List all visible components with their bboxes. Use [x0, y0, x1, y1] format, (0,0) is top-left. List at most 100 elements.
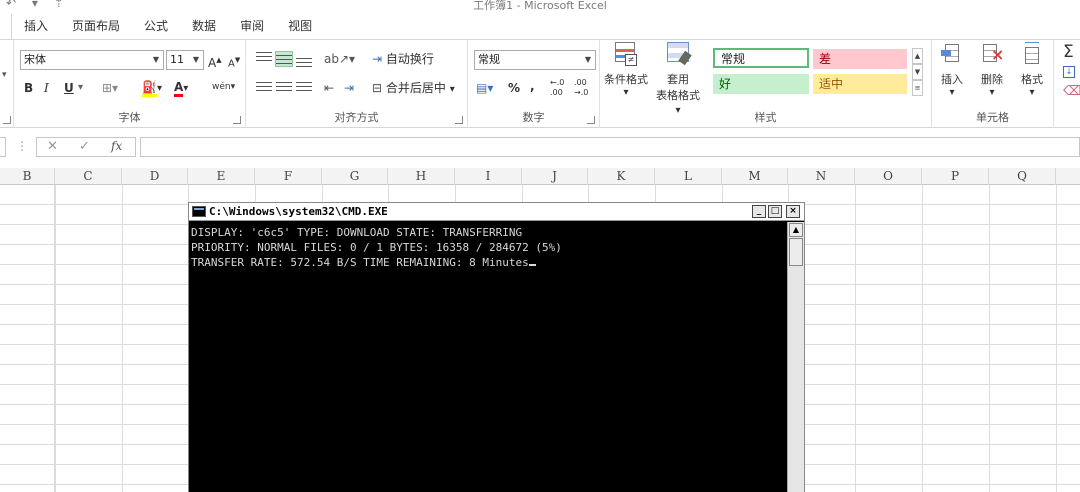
styles-more-icon[interactable]: ≡: [912, 80, 923, 96]
percent-button[interactable]: %: [508, 78, 520, 98]
chevron-down-icon[interactable]: ▼: [189, 51, 203, 69]
column-header-n[interactable]: N: [788, 168, 855, 185]
number-launcher-icon[interactable]: [587, 116, 595, 124]
insert-function-icon[interactable]: fx: [111, 139, 122, 153]
enter-icon[interactable]: ✓: [79, 139, 90, 154]
scroll-up-arrow-icon[interactable]: ▲: [789, 223, 803, 237]
format-cells-button[interactable]: 格式 ▾: [1012, 42, 1052, 98]
styles-group: ≠ 条件格式 ▾ 套用 表格格式▾ 常规 差 好 适中 ▲ ▼ ≡ 样式: [600, 40, 932, 128]
tab-page-layout[interactable]: 页面布局: [60, 14, 132, 39]
middle-align-icon[interactable]: [275, 51, 293, 67]
column-header-i[interactable]: I: [455, 168, 522, 185]
font-color-icon: A: [174, 80, 184, 97]
font-name-combobox[interactable]: 宋体 ▼: [20, 50, 164, 70]
increase-indent-icon[interactable]: ⇥: [344, 78, 354, 98]
cancel-icon[interactable]: ✕: [47, 139, 58, 154]
delete-cells-button[interactable]: × 删除 ▾: [972, 42, 1012, 98]
column-header-e[interactable]: E: [188, 168, 255, 185]
styles-scroll-up-icon[interactable]: ▲: [912, 48, 923, 64]
cmd-app-icon[interactable]: [192, 206, 206, 217]
number-group: 常规 ▼ ▤▾ % , ←.0 .00 .00 →.0 数字: [468, 40, 600, 128]
comma-button[interactable]: ,: [530, 76, 535, 96]
chevron-down-icon[interactable]: ▾: [78, 78, 83, 98]
clipboard-launcher-icon[interactable]: [3, 116, 11, 124]
bold-button[interactable]: B: [24, 78, 33, 98]
style-normal[interactable]: 常规: [713, 48, 809, 68]
format-as-table-button[interactable]: 套用 表格格式▾: [654, 42, 702, 116]
align-center-icon[interactable]: [276, 82, 292, 96]
column-header-f[interactable]: F: [255, 168, 322, 185]
editing-group: Σ ↓ ⌫: [1054, 40, 1080, 128]
autosum-icon[interactable]: Σ: [1063, 42, 1074, 62]
clipboard-group: ▾: [0, 40, 14, 128]
tab-view[interactable]: 视图: [276, 14, 324, 39]
cmd-window[interactable]: C:\Windows\system32\CMD.EXE _ □ × DISPLA…: [188, 202, 805, 492]
column-header-g[interactable]: G: [322, 168, 388, 185]
merge-center-button[interactable]: ⊟ 合并后居中 ▾: [372, 78, 455, 98]
scroll-thumb[interactable]: [789, 238, 803, 266]
wrap-text-button[interactable]: ⇥ 自动换行: [372, 49, 434, 69]
column-header-q[interactable]: Q: [989, 168, 1056, 185]
column-header-m[interactable]: M: [722, 168, 788, 185]
bottom-align-icon[interactable]: [296, 54, 312, 68]
column-header-k[interactable]: K: [588, 168, 655, 185]
fill-color-button[interactable]: ⛽▾: [142, 77, 162, 97]
tab-insert[interactable]: 插入: [12, 14, 60, 39]
formula-input[interactable]: [140, 137, 1080, 157]
maximize-button[interactable]: □: [768, 205, 782, 218]
cmd-console-output[interactable]: DISPLAY: 'c6c5' TYPE: DOWNLOAD STATE: TR…: [189, 222, 786, 492]
font-color-button[interactable]: A▾: [174, 77, 188, 97]
alignment-launcher-icon[interactable]: [455, 116, 463, 124]
column-header-j[interactable]: J: [522, 168, 588, 185]
underline-button[interactable]: U: [64, 78, 74, 98]
column-header-d[interactable]: D: [122, 168, 188, 185]
text-cursor: [528, 264, 536, 266]
tab-file-edge[interactable]: [0, 14, 12, 39]
style-bad[interactable]: 差: [813, 49, 907, 69]
decrease-decimal-button[interactable]: .00 →.0: [574, 78, 594, 98]
tab-data[interactable]: 数据: [180, 14, 228, 39]
column-header-b[interactable]: B: [0, 168, 55, 185]
increase-decimal-button[interactable]: ←.0 .00: [550, 78, 570, 98]
chevron-down-icon: ▾: [989, 87, 995, 98]
style-neutral[interactable]: 适中: [813, 74, 907, 94]
shrink-font-button[interactable]: A▼: [228, 50, 240, 70]
phonetic-label: wén: [212, 82, 231, 92]
minimize-button[interactable]: _: [752, 205, 766, 218]
clipboard-dropdown-icon[interactable]: ▾: [2, 70, 7, 80]
clear-eraser-icon[interactable]: ⌫: [1063, 84, 1080, 99]
italic-button[interactable]: I: [44, 78, 49, 98]
wrap-text-label: 自动换行: [385, 52, 434, 66]
style-good[interactable]: 好: [713, 74, 809, 94]
conditional-format-button[interactable]: ≠ 条件格式 ▾: [602, 42, 650, 98]
top-align-icon[interactable]: [256, 52, 272, 66]
column-header-o[interactable]: O: [855, 168, 922, 185]
tab-review[interactable]: 审阅: [228, 14, 276, 39]
fill-down-icon[interactable]: ↓: [1063, 66, 1075, 78]
align-left-icon[interactable]: [256, 82, 272, 96]
orientation-icon[interactable]: ab↗▾: [324, 49, 355, 69]
accounting-format-icon[interactable]: ▤▾: [476, 78, 493, 98]
font-size-combobox[interactable]: 11 ▼: [166, 50, 204, 70]
name-box[interactable]: [0, 137, 6, 157]
phonetic-guide-button[interactable]: wén▾: [212, 77, 235, 97]
align-right-icon[interactable]: [296, 82, 312, 96]
tab-formulas[interactable]: 公式: [132, 14, 180, 39]
chevron-down-icon[interactable]: ▼: [581, 51, 595, 69]
column-header-p[interactable]: P: [922, 168, 989, 185]
borders-icon[interactable]: ⊞▾: [102, 78, 118, 98]
column-header-l[interactable]: L: [655, 168, 722, 185]
cmd-vertical-scrollbar[interactable]: ▲: [787, 222, 804, 492]
column-header-c[interactable]: C: [55, 168, 122, 185]
decrease-indent-icon[interactable]: ⇤: [324, 78, 334, 98]
cmd-title-bar[interactable]: C:\Windows\system32\CMD.EXE _ □ ×: [189, 203, 804, 221]
close-button[interactable]: ×: [786, 205, 800, 218]
chevron-down-icon: ▾: [1029, 87, 1035, 98]
number-format-combobox[interactable]: 常规 ▼: [474, 50, 596, 70]
grow-font-button[interactable]: A▲: [208, 50, 222, 70]
column-header-h[interactable]: H: [388, 168, 455, 185]
insert-cells-button[interactable]: 插入 ▾: [932, 42, 972, 98]
chevron-down-icon[interactable]: ▼: [149, 51, 163, 69]
styles-scroll-down-icon[interactable]: ▼: [912, 64, 923, 80]
font-launcher-icon[interactable]: [233, 116, 241, 124]
